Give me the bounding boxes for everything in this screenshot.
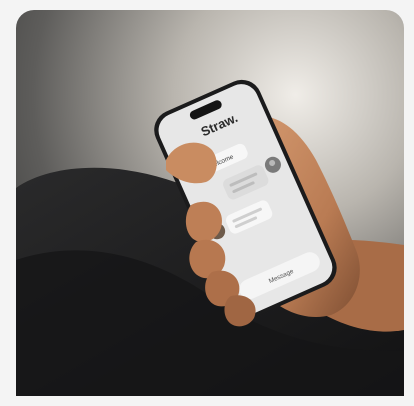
photo-image: Straw. Welcome Message <box>16 10 404 396</box>
photo-card: Straw. Welcome Message <box>16 10 404 406</box>
